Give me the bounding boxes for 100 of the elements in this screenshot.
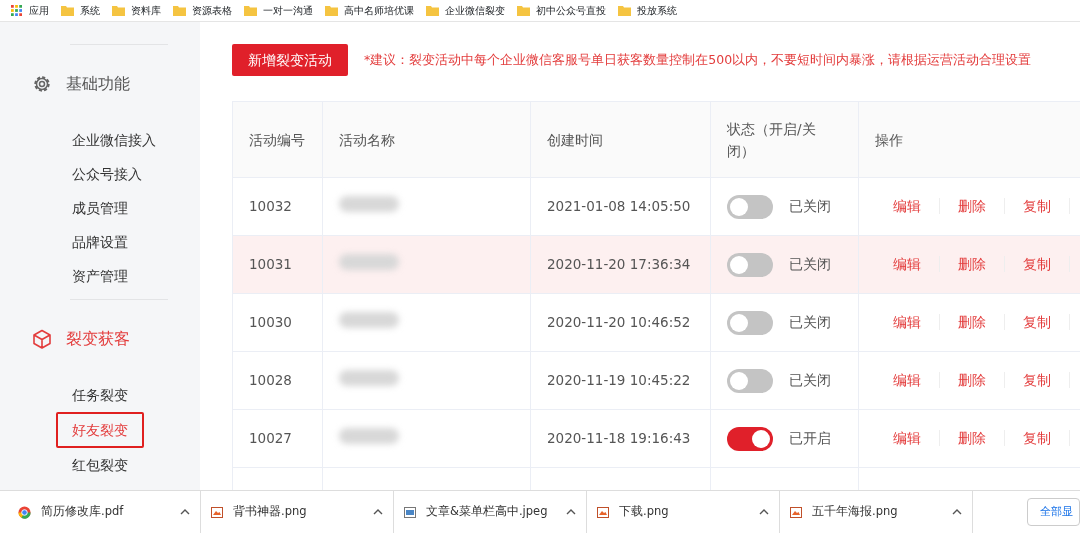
column-header: 操作: [858, 101, 1080, 178]
download-item[interactable]: 五千年海报.png: [780, 490, 973, 533]
folder-icon: [618, 5, 631, 16]
add-activity-button[interactable]: 新增裂变活动: [232, 44, 348, 76]
status-text: 已开启: [789, 429, 831, 446]
table-cell: 2021-01-08 14:05:50: [530, 177, 711, 236]
sidebar-item[interactable]: 品牌设置: [56, 225, 144, 259]
table-cell: 2020-11-18 19:16:43: [530, 409, 711, 468]
table-cell: 2020-11-19 10:45:22: [530, 351, 711, 410]
column-header: 活动编号: [232, 101, 323, 178]
action-link[interactable]: 复制: [1005, 256, 1070, 273]
image-file-icon: [597, 506, 609, 518]
menu-group-header[interactable]: 基础功能: [0, 45, 200, 123]
chevron-up-icon[interactable]: [759, 509, 769, 515]
image-file-icon: [790, 506, 802, 518]
action-link[interactable]: 复制: [1005, 372, 1070, 389]
action-link[interactable]: 复制: [1005, 314, 1070, 331]
blurred-name: [339, 311, 399, 328]
file-name: 五千年海报.png: [812, 503, 899, 521]
apps-icon: [10, 5, 23, 16]
action-link[interactable]: 删除: [940, 198, 1005, 215]
folder-icon: [426, 5, 439, 16]
column-header: 状态（开启/关闭）: [710, 101, 859, 178]
bookmark[interactable]: 投放系统: [618, 3, 685, 18]
file-name: 文章&菜单栏高中.jpeg: [426, 503, 549, 521]
table-cell: 10028: [232, 351, 323, 410]
toggle-switch[interactable]: [727, 252, 773, 277]
table-cell: 2020-11-20 17:36:34: [530, 235, 711, 294]
folder-icon: [325, 5, 338, 16]
action-link[interactable]: 删除: [940, 372, 1005, 389]
blurred-name: [339, 427, 399, 444]
toggle-switch[interactable]: [727, 368, 773, 393]
status-text: 已关闭: [789, 255, 831, 272]
status-text: 已关闭: [789, 313, 831, 330]
cube-icon: [32, 329, 52, 349]
action-link[interactable]: 编辑: [875, 372, 940, 389]
bookmark[interactable]: 应用: [10, 3, 57, 18]
download-item[interactable]: 文章&菜单栏高中.jpeg: [394, 490, 587, 533]
column-header: 活动名称: [322, 101, 531, 178]
download-item[interactable]: 下载.png: [587, 490, 780, 533]
table-cell: 2020-11-20 10:46:52: [530, 293, 711, 352]
bookmark[interactable]: 资料库: [112, 3, 169, 18]
sidebar-item[interactable]: 企业微信接入: [56, 123, 172, 157]
toggle-switch[interactable]: [727, 310, 773, 335]
blurred-name: [339, 253, 399, 270]
menu-group-title: 裂变获客: [66, 328, 130, 350]
menu-group-title: 基础功能: [66, 73, 130, 95]
file-name: 下载.png: [619, 503, 670, 521]
chevron-up-icon[interactable]: [373, 509, 383, 515]
browser-icon: [18, 505, 31, 519]
table-cell: 10032: [232, 177, 323, 236]
file-name: 简历修改库.pdf: [41, 503, 125, 521]
action-link[interactable]: 编辑: [875, 430, 940, 447]
bookmark[interactable]: 资源表格: [173, 3, 240, 18]
action-link[interactable]: 编辑: [875, 256, 940, 273]
blurred-name: [339, 369, 399, 386]
toggle-switch[interactable]: [727, 194, 773, 219]
folder-icon: [173, 5, 186, 16]
folder-icon: [517, 5, 530, 16]
action-link[interactable]: 删除: [940, 430, 1005, 447]
table-cell: 10031: [232, 235, 323, 294]
download-item[interactable]: 简历修改库.pdf: [8, 490, 201, 533]
sidebar-item[interactable]: 红包裂变: [56, 448, 144, 482]
chevron-up-icon[interactable]: [180, 509, 190, 515]
status-text: 已关闭: [789, 197, 831, 214]
bookmark[interactable]: 一对一沟通: [244, 3, 321, 18]
bookmark[interactable]: 初中公众号直投: [517, 3, 614, 18]
table-cell: 10027: [232, 409, 323, 468]
blurred-name: [339, 195, 399, 212]
action-link[interactable]: 编辑: [875, 198, 940, 215]
sidebar-item[interactable]: 资产管理: [56, 259, 144, 293]
action-link[interactable]: 删除: [940, 314, 1005, 331]
download-item[interactable]: 背书神器.png: [201, 490, 394, 533]
bookmark[interactable]: 系统: [61, 3, 108, 18]
folder-icon: [244, 5, 257, 16]
notice-text: *建议：裂变活动中每个企业微信客服号单日获客数量控制在500以内，不要短时间内暴涨，请根据运营活动合理设置: [364, 50, 1032, 69]
folder-icon: [61, 5, 74, 16]
table-cell: 10030: [232, 293, 323, 352]
action-link[interactable]: 复制: [1005, 198, 1070, 215]
sidebar-item[interactable]: 任务裂变: [56, 378, 144, 412]
file-name: 背书神器.png: [233, 503, 308, 521]
image-file-icon: [404, 506, 416, 518]
folder-icon: [112, 5, 125, 16]
action-link[interactable]: 复制: [1005, 430, 1070, 447]
status-text: 已关闭: [789, 371, 831, 388]
chevron-up-icon[interactable]: [952, 509, 962, 515]
action-link[interactable]: 删除: [940, 256, 1005, 273]
bookmark[interactable]: 高中名师培优课: [325, 3, 422, 18]
toggle-switch[interactable]: [727, 426, 773, 451]
action-link[interactable]: 编辑: [875, 314, 940, 331]
column-header: 创建时间: [530, 101, 711, 178]
sidebar-item[interactable]: 成员管理: [56, 191, 144, 225]
image-file-icon: [211, 506, 223, 518]
chevron-up-icon[interactable]: [566, 509, 576, 515]
sidebar-item[interactable]: 公众号接入: [56, 157, 158, 191]
bookmark[interactable]: 企业微信裂变: [426, 3, 513, 18]
gear-icon: [32, 74, 52, 94]
menu-group-header[interactable]: 裂变获客: [0, 300, 200, 378]
show-all-button[interactable]: 全部显: [1027, 497, 1080, 527]
sidebar-item[interactable]: 好友裂变: [56, 412, 144, 448]
